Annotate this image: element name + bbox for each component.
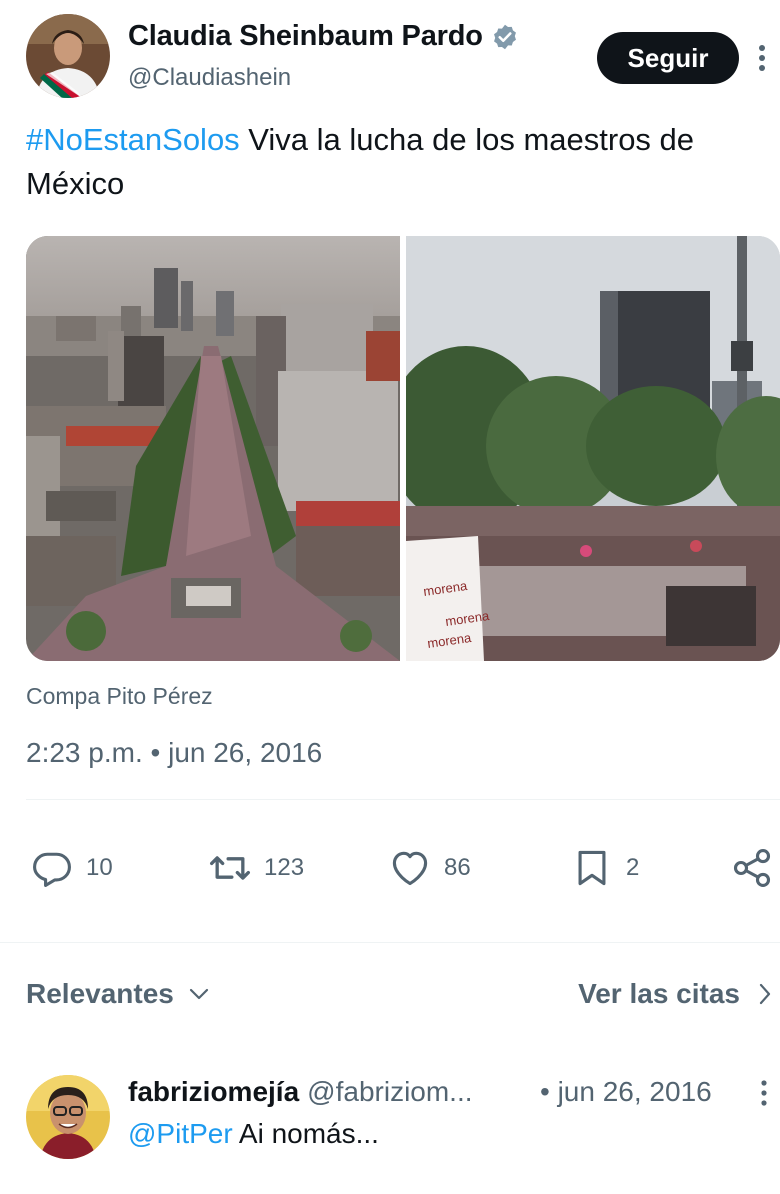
follow-button[interactable]: Seguir — [597, 32, 739, 84]
sort-label: Relevantes — [26, 978, 174, 1009]
reply-header: fabriziomejía @fabriziom... — [128, 1076, 473, 1108]
like-icon — [392, 851, 428, 886]
chevron-right-icon — [759, 983, 771, 1005]
share-icon — [733, 849, 771, 887]
media-caption: Compa Pito Pérez — [26, 683, 213, 709]
like-button[interactable]: 86 — [388, 840, 471, 896]
media-photo-aerial-march[interactable] — [26, 236, 400, 661]
mention-link[interactable]: @PitPer — [128, 1118, 233, 1149]
bookmark-button[interactable]: 2 — [570, 840, 639, 896]
bookmark-count: 2 — [626, 854, 640, 881]
author-name-text: Claudia Sheinbaum Pardo — [128, 20, 483, 52]
retweet-button[interactable]: 123 — [208, 840, 304, 896]
reply-button[interactable]: 10 — [30, 840, 113, 896]
divider — [26, 799, 780, 800]
reply-author-avatar[interactable] — [26, 1075, 110, 1159]
author-avatar[interactable] — [26, 14, 110, 98]
bookmark-icon — [578, 850, 606, 886]
chevron-down-icon — [189, 988, 208, 1000]
view-quotes-label: Ver las citas — [578, 978, 740, 1009]
tweet-media[interactable]: morena morena morena — [26, 236, 780, 661]
tweet-timestamp[interactable]: 2:23 p.m. • jun 26, 2016 — [26, 737, 322, 769]
reply-count: 10 — [86, 854, 113, 881]
reply-text: @PitPer Ai nomás... — [128, 1118, 379, 1150]
reply-icon — [33, 852, 71, 887]
share-button[interactable] — [730, 840, 774, 896]
reply-author-handle[interactable]: @fabriziom... — [307, 1076, 472, 1108]
media-photo-crowd-street[interactable]: morena morena morena — [406, 236, 780, 661]
more-vertical-icon[interactable] — [752, 42, 772, 74]
author-handle[interactable]: @Claudiashein — [128, 64, 291, 92]
reply-author-name[interactable]: fabriziomejía — [128, 1076, 299, 1108]
like-count: 86 — [444, 854, 471, 881]
more-vertical-icon[interactable] — [756, 1078, 772, 1108]
retweet-icon — [210, 856, 250, 880]
divider — [0, 942, 780, 943]
reply-date[interactable]: • jun 26, 2016 — [540, 1076, 712, 1108]
retweet-count: 123 — [264, 854, 305, 881]
tweet-text: #NoEstanSolos Viva la lucha de los maest… — [26, 118, 766, 206]
view-quotes-link[interactable]: Ver las citas — [578, 978, 772, 1010]
hashtag-link[interactable]: #NoEstanSolos — [26, 122, 240, 157]
verified-badge-icon — [491, 23, 519, 51]
reply-body: Ai nomás... — [232, 1118, 379, 1149]
sort-replies-dropdown[interactable]: Relevantes — [26, 978, 210, 1010]
author-name[interactable]: Claudia Sheinbaum Pardo — [128, 20, 519, 53]
